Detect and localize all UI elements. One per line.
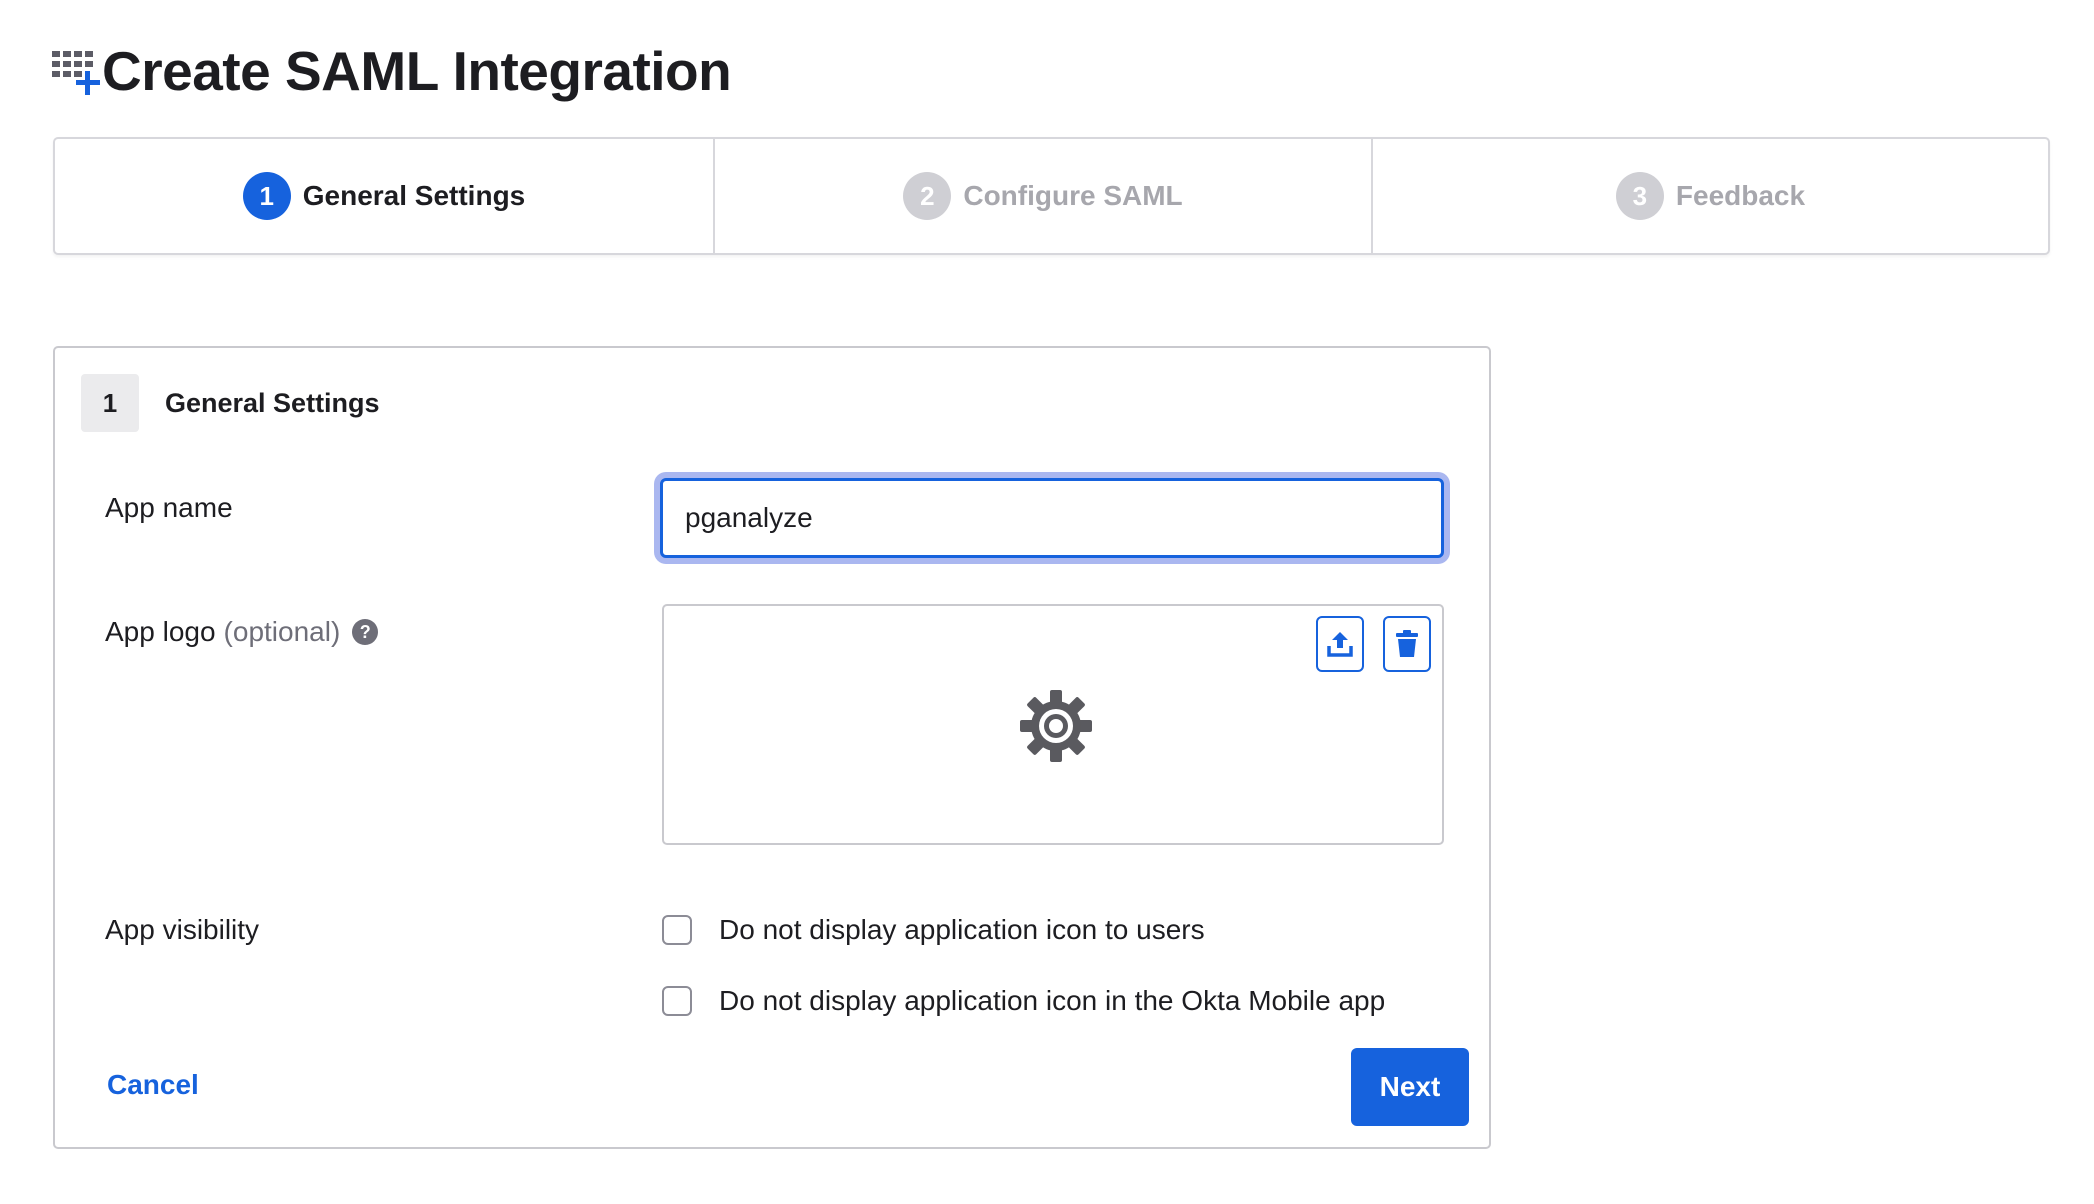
app-name-label: App name [105,492,233,524]
hide-icon-mobile-option[interactable]: Do not display application icon in the O… [662,985,1385,1017]
upload-icon [1327,632,1353,657]
wizard-step-configure-saml: 2 Configure SAML [713,139,1371,253]
wizard-step-feedback: 3 Feedback [1371,139,2048,253]
hide-icon-users-option[interactable]: Do not display application icon to users [662,914,1205,946]
wizard-steps: 1 General Settings 2 Configure SAML 3 Fe… [53,137,2050,255]
hide-icon-users-label[interactable]: Do not display application icon to users [719,914,1205,946]
hide-icon-mobile-checkbox[interactable] [662,986,692,1016]
section-title: General Settings [165,387,380,418]
page-title: Create SAML Integration [102,40,732,102]
wizard-step-general-settings: 1 General Settings [55,139,713,253]
app-grid-plus-icon [52,47,100,95]
step-number: 1 [242,172,291,220]
next-button[interactable]: Next [1351,1048,1469,1126]
delete-logo-button[interactable] [1383,616,1431,672]
general-settings-card: 1 General Settings App name App logo (op… [53,346,1491,1149]
step-label: General Settings [302,180,526,211]
cancel-link[interactable]: Cancel [107,1069,199,1101]
gear-icon [1020,690,1092,762]
help-icon[interactable]: ? [352,619,379,645]
app-logo-dropzone[interactable] [662,604,1444,845]
hide-icon-mobile-label[interactable]: Do not display application icon in the O… [719,985,1385,1017]
step-label: Feedback [1675,180,1806,211]
app-logo-label-text: App logo [105,616,216,647]
app-name-input[interactable] [660,478,1444,558]
app-logo-label: App logo (optional) ? [105,616,379,648]
step-number: 3 [1615,172,1664,220]
hide-icon-users-checkbox[interactable] [662,915,692,945]
step-number: 2 [903,172,952,220]
step-label: Configure SAML [963,180,1183,211]
app-visibility-label: App visibility [105,914,259,946]
app-name-label-text: App name [105,492,233,523]
section-header: 1 General Settings [81,374,380,432]
optional-hint: (optional) [223,616,341,647]
upload-logo-button[interactable] [1316,616,1364,672]
section-number-badge: 1 [81,374,139,432]
page-header: Create SAML Integration [52,34,732,108]
app-visibility-label-text: App visibility [105,914,260,945]
trash-icon [1396,630,1418,657]
